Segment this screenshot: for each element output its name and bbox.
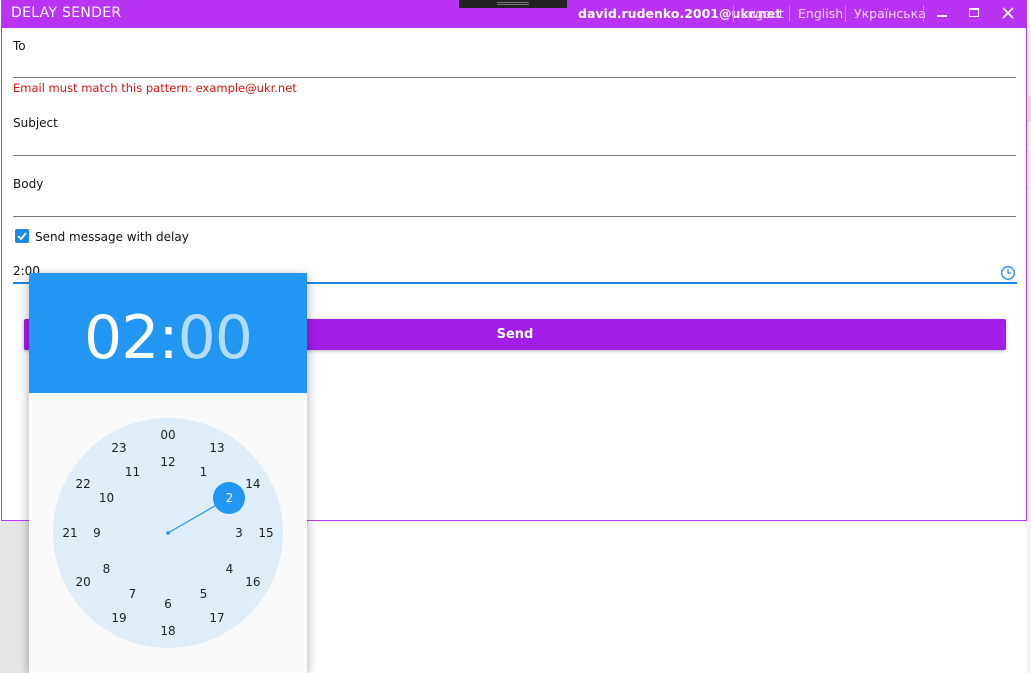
clock-number-outer-22[interactable]: 22 <box>70 477 96 491</box>
title-separator <box>923 5 924 22</box>
clock-number-inner-5[interactable]: 5 <box>191 587 217 601</box>
clock-number-inner-6[interactable]: 6 <box>155 597 181 611</box>
clock-number-outer-20[interactable]: 20 <box>70 575 96 589</box>
picker-minutes[interactable]: 00 <box>178 303 253 373</box>
clock-number-outer-17[interactable]: 17 <box>204 611 230 625</box>
time-picker-display: 02:00 <box>29 303 307 373</box>
delay-checkbox-label[interactable]: Send message with delay <box>35 230 189 244</box>
picker-separator: : <box>158 303 178 373</box>
title-separator <box>789 5 790 22</box>
clock-number-outer-18[interactable]: 18 <box>155 624 181 638</box>
to-field[interactable] <box>13 54 1016 76</box>
clock-number-inner-4[interactable]: 4 <box>216 562 242 576</box>
to-label: To <box>13 39 26 53</box>
clock-number-inner-7[interactable]: 7 <box>120 587 146 601</box>
clock-number-inner-10[interactable]: 10 <box>94 491 120 505</box>
clock-number-inner-1[interactable]: 1 <box>191 465 217 479</box>
clock-number-outer-13[interactable]: 13 <box>204 441 230 455</box>
screen-notch <box>459 0 567 8</box>
language-english[interactable]: English <box>798 6 843 21</box>
title-separator <box>845 5 846 22</box>
clock-number-outer-14[interactable]: 14 <box>240 477 266 491</box>
subject-underline <box>13 155 1016 156</box>
subject-field[interactable] <box>13 132 1016 154</box>
clock-number-outer-16[interactable]: 16 <box>240 575 266 589</box>
clock-icon[interactable] <box>1000 265 1016 281</box>
subject-label: Subject <box>13 116 58 130</box>
close-icon[interactable] <box>998 4 1018 24</box>
clock-dial[interactable]: 12 1 2 3 4 5 6 7 8 9 10 11 00 13 14 15 16 17 18 19 20 21 22 23 <box>53 418 283 648</box>
delay-checkbox[interactable] <box>15 229 29 243</box>
body-label: Body <box>13 177 44 191</box>
clock-number-inner-8[interactable]: 8 <box>94 562 120 576</box>
clock-number-outer-15[interactable]: 15 <box>253 526 279 540</box>
minimize-icon[interactable] <box>932 4 952 24</box>
logout-link[interactable]: Logout <box>741 6 784 21</box>
clock-number-outer-21[interactable]: 21 <box>57 526 83 540</box>
time-picker-header: 02:00 <box>29 273 307 393</box>
time-picker-popup: 02:00 12 1 2 3 4 5 6 7 8 9 10 11 00 13 14 15 16 17 18 19 20 2… <box>29 273 307 673</box>
clock-number-inner-3[interactable]: 3 <box>226 526 252 540</box>
clock-number-inner-11[interactable]: 11 <box>120 465 146 479</box>
picker-hours[interactable]: 02 <box>84 303 159 373</box>
language-ukrainian[interactable]: Українська <box>854 6 926 21</box>
to-error-message: Email must match this pattern: example@u… <box>13 81 297 95</box>
clock-number-outer-19[interactable]: 19 <box>106 611 132 625</box>
body-field[interactable] <box>13 193 1016 215</box>
clock-number-outer-00[interactable]: 00 <box>155 428 181 442</box>
app-title: DELAY SENDER <box>11 5 122 21</box>
maximize-icon[interactable] <box>964 4 984 24</box>
clock-number-outer-23[interactable]: 23 <box>106 441 132 455</box>
body-underline <box>13 216 1016 217</box>
clock-number-inner-9[interactable]: 9 <box>84 526 110 540</box>
clock-number-inner-12[interactable]: 12 <box>155 455 181 469</box>
check-icon <box>17 232 27 241</box>
desktop-background <box>0 521 30 673</box>
to-underline <box>13 77 1016 78</box>
title-separator <box>733 5 734 22</box>
